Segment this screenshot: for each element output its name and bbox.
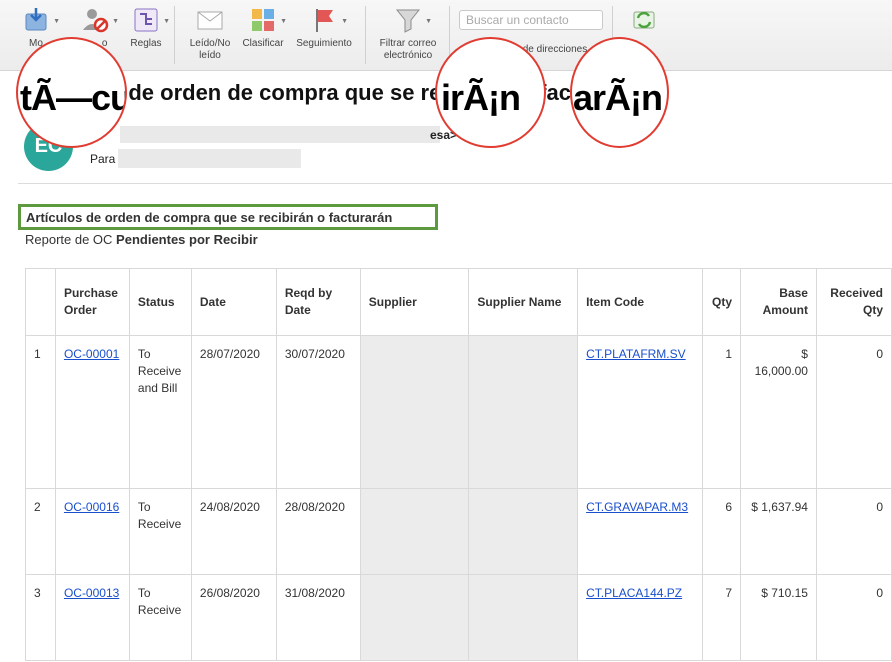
received-qty-cell: 0 xyxy=(815,335,892,489)
supplier-name-cell-redacted xyxy=(468,335,579,489)
received-qty-cell: 0 xyxy=(815,574,892,661)
col-header-qty: Qty xyxy=(702,268,742,336)
chevron-down-icon: ▼ xyxy=(425,18,432,25)
received-qty-cell: 0 xyxy=(815,488,892,575)
item-code-link[interactable]: CT.GRAVAPAR.M3 xyxy=(586,500,688,514)
po-link[interactable]: OC-00016 xyxy=(64,500,119,514)
col-header-item-code: Item Code xyxy=(577,268,704,336)
item-code-cell: CT.PLACA144.PZ xyxy=(577,574,704,661)
item-code-cell: CT.GRAVAPAR.M3 xyxy=(577,488,704,575)
move-folder-icon: ▼ xyxy=(22,6,60,34)
base-amount-cell: $ 1,637.94 xyxy=(740,488,817,575)
sync-icon xyxy=(630,6,658,34)
status-cell: To Receive and Bill xyxy=(128,335,192,489)
envelope-icon xyxy=(196,6,224,34)
filter-mail-button[interactable]: ▼ Filtrar correo electrónico xyxy=(372,6,444,62)
encoding-error-circle-1: tÃ—cu xyxy=(16,37,127,148)
contact-search-input[interactable] xyxy=(459,10,603,30)
filter-funnel-icon: ▼ xyxy=(394,6,432,34)
chevron-down-icon: ▼ xyxy=(112,18,119,25)
col-header-date: Date xyxy=(190,268,277,336)
read-label-2: leído xyxy=(199,50,221,61)
rules-label: Reglas xyxy=(130,38,162,49)
table-row: 1 OC-00001 To Receive and Bill 28/07/202… xyxy=(25,335,892,489)
filter-label-2: electrónico xyxy=(383,50,433,61)
table-row: 3 OC-00013 To Receive 26/08/2020 31/08/2… xyxy=(25,574,892,661)
col-header-supplier: Supplier xyxy=(359,268,470,336)
col-header-index xyxy=(25,268,56,336)
reqd-date-cell: 28/08/2020 xyxy=(275,488,361,575)
po-link[interactable]: OC-00001 xyxy=(64,347,119,361)
address-book-label: de direcciones xyxy=(522,44,588,55)
date-cell: 28/07/2020 xyxy=(190,335,277,489)
categories-icon: ▼ xyxy=(249,6,287,34)
flag-icon: ▼ xyxy=(310,6,348,34)
report-subtitle: Reporte de OC Pendientes por Recibir xyxy=(25,232,258,247)
item-code-link[interactable]: CT.PLACA144.PZ xyxy=(586,586,682,600)
po-cell: OC-00001 xyxy=(54,335,130,489)
supplier-cell-redacted xyxy=(359,488,470,575)
col-header-reqd-by-date: Reqd by Date xyxy=(275,268,361,336)
base-amount-cell: $ 16,000.00 xyxy=(740,335,817,489)
col-header-status: Status xyxy=(128,268,192,336)
po-cell: OC-00013 xyxy=(54,574,130,661)
classify-label: Clasificar xyxy=(242,38,284,49)
report-title: Artículos de orden de compra que se reci… xyxy=(18,204,438,230)
supplier-cell-redacted xyxy=(359,574,470,661)
chevron-down-icon: ▼ xyxy=(53,18,60,25)
filter-label-1: Filtrar correo xyxy=(379,38,437,49)
table-header-row: Purchase Order Status Date Reqd by Date … xyxy=(25,268,892,336)
status-cell: To Receive xyxy=(128,488,192,575)
po-link[interactable]: OC-00013 xyxy=(64,586,119,600)
col-header-received-qty: Received Qty xyxy=(815,268,892,336)
purchase-order-table: Purchase Order Status Date Reqd by Date … xyxy=(25,268,892,661)
send-receive-button[interactable] xyxy=(624,6,664,38)
encoding-error-circle-2: irÃ¡n xyxy=(435,37,546,148)
status-cell: To Receive xyxy=(128,574,192,661)
redacted-recipient xyxy=(118,149,301,168)
date-cell: 24/08/2020 xyxy=(190,488,277,575)
toolbar-divider xyxy=(365,6,366,64)
qty-cell: 7 xyxy=(702,574,742,661)
chevron-down-icon: ▼ xyxy=(341,18,348,25)
row-index: 3 xyxy=(25,574,56,661)
chevron-down-icon: ▼ xyxy=(280,18,287,25)
col-header-base-amount: Base Amount xyxy=(740,268,817,336)
qty-cell: 1 xyxy=(702,335,742,489)
po-cell: OC-00016 xyxy=(54,488,130,575)
chevron-down-icon: ▼ xyxy=(163,18,170,25)
col-header-purchase-order: Purchase Order xyxy=(54,268,130,336)
rules-button[interactable]: ▼ Reglas xyxy=(124,6,170,50)
qty-cell: 6 xyxy=(702,488,742,575)
row-index: 1 xyxy=(25,335,56,489)
table-row: 2 OC-00016 To Receive 24/08/2020 28/08/2… xyxy=(25,488,892,575)
row-index: 2 xyxy=(25,488,56,575)
toolbar-divider xyxy=(174,6,175,64)
base-amount-cell: $ 710.15 xyxy=(740,574,817,661)
read-label-1: Leído/No xyxy=(189,38,231,49)
item-code-link[interactable]: CT.PLATAFRM.SV xyxy=(586,347,686,361)
rules-icon: ▼ xyxy=(132,6,170,34)
redacted-sender xyxy=(120,126,440,143)
encoding-error-circle-3: arÃ¡n xyxy=(570,37,669,148)
supplier-cell-redacted xyxy=(359,335,470,489)
date-cell: 26/08/2020 xyxy=(190,574,277,661)
supplier-name-cell-redacted xyxy=(468,574,579,661)
header-divider xyxy=(18,183,892,184)
followup-button[interactable]: ▼ Seguimiento xyxy=(290,6,358,50)
reqd-date-cell: 31/08/2020 xyxy=(275,574,361,661)
read-unread-button[interactable]: Leído/No leído xyxy=(182,6,238,62)
reqd-date-cell: 30/07/2020 xyxy=(275,335,361,489)
classify-button[interactable]: ▼ Clasificar xyxy=(238,6,288,50)
block-sender-icon: ▼ xyxy=(81,6,119,34)
to-label: Para xyxy=(90,152,116,166)
supplier-name-cell-redacted xyxy=(468,488,579,575)
followup-label: Seguimiento xyxy=(296,38,352,49)
item-code-cell: CT.PLATAFRM.SV xyxy=(577,335,704,489)
col-header-supplier-name: Supplier Name xyxy=(468,268,579,336)
